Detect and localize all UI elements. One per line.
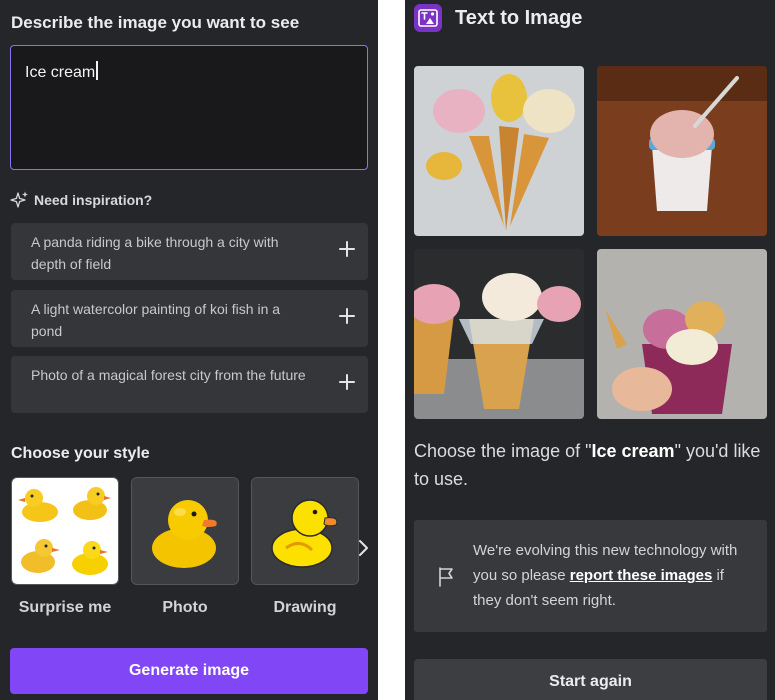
describe-heading: Describe the image you want to see — [11, 13, 300, 32]
style-card-surprise[interactable] — [11, 477, 119, 585]
four-ducks-image — [12, 478, 118, 584]
inspiration-label: Need inspiration? — [34, 192, 153, 208]
generate-image-button[interactable]: Generate image — [10, 648, 368, 694]
prompt-value: Ice cream — [25, 64, 96, 81]
ice-cream-cones-in-cup-image — [414, 249, 584, 419]
plus-icon[interactable] — [339, 308, 355, 324]
suggestion-text: A panda riding a bike through a city wit… — [31, 234, 279, 272]
ice-cream-cup-image — [597, 66, 767, 236]
suggestion-panda[interactable]: A panda riding a bike through a city wit… — [11, 223, 368, 280]
report-images-link[interactable]: report these images — [570, 567, 713, 584]
result-image-3[interactable] — [414, 249, 584, 419]
hand-ice-cream-cup-image — [597, 249, 767, 419]
plus-icon[interactable] — [339, 374, 355, 390]
start-again-button[interactable]: Start again — [414, 659, 767, 700]
describe-panel: Describe the image you want to see Ice c… — [0, 0, 378, 700]
result-image-1[interactable] — [414, 66, 584, 236]
suggestion-text: A light watercolor painting of koi fish … — [31, 301, 281, 339]
text-to-image-app-icon — [414, 4, 442, 32]
suggestion-koi[interactable]: A light watercolor painting of koi fish … — [11, 290, 368, 347]
choose-image-prompt: Choose the image of "Ice cream" you'd li… — [414, 441, 761, 489]
sparkle-icon — [10, 190, 30, 210]
text-caret — [96, 61, 98, 80]
style-label-drawing: Drawing — [273, 599, 337, 616]
suggestion-forest[interactable]: Photo of a magical forest city from the … — [11, 356, 368, 413]
style-card-drawing[interactable] — [251, 477, 359, 585]
feedback-notice: We're evolving this new technology with … — [414, 520, 767, 632]
flag-icon — [436, 566, 456, 588]
drawn-duck-image — [252, 478, 358, 584]
chevron-right-icon[interactable] — [357, 538, 371, 558]
inspiration-header: Need inspiration? — [10, 190, 152, 210]
style-heading: Choose your style — [11, 445, 150, 462]
results-panel: Text to Image Choose the image of "Ice c… — [405, 0, 775, 700]
panel-title: Text to Image — [455, 7, 583, 29]
style-card-photo[interactable] — [131, 477, 239, 585]
query-term: Ice cream — [591, 441, 675, 461]
prompt-input[interactable]: Ice cream — [10, 45, 368, 170]
notice-text: We're evolving this new technology with … — [473, 542, 738, 609]
suggestion-text: Photo of a magical forest city from the … — [31, 367, 306, 383]
style-label-photo: Photo — [162, 599, 208, 616]
style-label-surprise: Surprise me — [18, 599, 112, 616]
photo-duck-image — [132, 478, 238, 584]
result-image-4[interactable] — [597, 249, 767, 419]
ice-cream-cones-image — [414, 66, 584, 236]
result-image-2[interactable] — [597, 66, 767, 236]
plus-icon[interactable] — [339, 241, 355, 257]
